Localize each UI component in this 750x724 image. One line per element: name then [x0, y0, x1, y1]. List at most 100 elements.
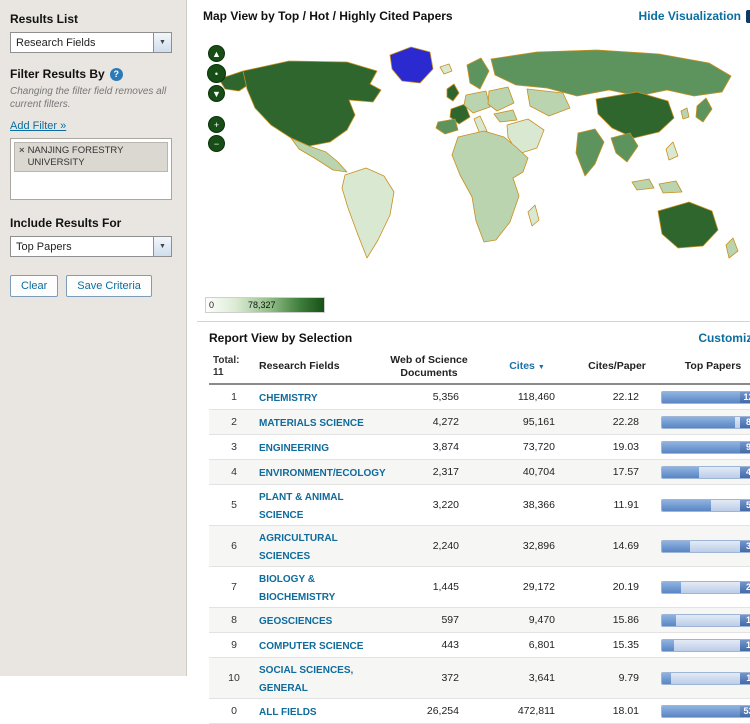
region-united-kingdom[interactable] — [447, 84, 459, 101]
cites-cell: 29,172 — [481, 581, 573, 593]
top-papers-bar[interactable]: 59 — [661, 499, 750, 512]
region-greenland[interactable] — [390, 47, 433, 83]
research-field-link[interactable]: COMPUTER SCIENCE — [259, 641, 363, 652]
cites-per-paper-cell: 20.19 — [577, 581, 657, 593]
top-papers-bar[interactable]: 34 — [661, 540, 750, 553]
research-field-link[interactable]: AGRICULTURAL SCIENCES — [259, 533, 338, 562]
top-papers-bar[interactable]: 23 — [661, 581, 750, 594]
region-central-asia[interactable] — [527, 89, 570, 116]
region-philippines[interactable] — [666, 142, 678, 160]
top-papers-bar-fill — [662, 673, 671, 684]
region-indonesia-west[interactable] — [632, 179, 654, 190]
research-field-link[interactable]: CHEMISTRY — [259, 393, 318, 404]
top-papers-value: 14 — [740, 640, 750, 651]
cites-per-paper-cell: 15.86 — [577, 614, 657, 626]
top-papers-bar[interactable]: 14 — [661, 639, 750, 652]
col-header-cites[interactable]: Cites ▼ — [481, 360, 573, 373]
zoom-out-button[interactable]: − — [208, 135, 225, 152]
map-color-legend: 0 78,327 — [205, 297, 325, 313]
help-icon[interactable]: ? — [110, 68, 123, 81]
research-field-link[interactable]: BIOLOGY & BIOCHEMISTRY — [259, 574, 335, 603]
region-iceland[interactable] — [440, 64, 452, 74]
research-field-link[interactable]: ALL FIELDS — [259, 707, 317, 718]
top-papers-bar[interactable]: 87 — [661, 416, 750, 429]
region-indonesia-east[interactable] — [659, 181, 682, 193]
region-japan[interactable] — [696, 98, 712, 122]
top-papers-bar[interactable]: 17 — [661, 614, 750, 627]
top-papers-bar[interactable]: 44 — [661, 466, 750, 479]
results-list-select-value: Research Fields — [11, 37, 95, 49]
filter-chip: × NANJING FORESTRY UNIVERSITY — [14, 142, 168, 172]
sidebar: Results List Research Fields ▼ Filter Re… — [0, 0, 187, 676]
top-papers-bar-fill — [662, 582, 681, 593]
customize-link[interactable]: Customize — [698, 331, 750, 345]
cites-cell: 32,896 — [481, 540, 573, 552]
top-papers-bar[interactable]: 95 — [661, 441, 750, 454]
documents-cell: 597 — [381, 614, 477, 626]
region-india[interactable] — [576, 129, 604, 176]
cites-cell: 95,161 — [481, 416, 573, 428]
region-iberia[interactable] — [436, 119, 458, 134]
legend-max-value: 78,327 — [248, 300, 276, 310]
top-papers-value: 44 — [740, 467, 750, 478]
zoom-in-button[interactable]: + — [208, 116, 225, 133]
world-map — [197, 29, 750, 277]
clear-button[interactable]: Clear — [10, 275, 58, 297]
rank-cell: 5 — [213, 499, 255, 511]
map-view-title: Map View by Top / Hot / Highly Cited Pap… — [203, 9, 453, 23]
region-new-zealand[interactable] — [726, 238, 738, 258]
research-field-link[interactable]: ENVIRONMENT/ECOLOGY — [259, 468, 386, 479]
include-results-select[interactable]: Top Papers ▼ — [10, 236, 172, 257]
pan-center-button[interactable]: • — [207, 64, 226, 83]
main-content: Map View by Top / Hot / Highly Cited Pap… — [187, 0, 750, 676]
region-turkey[interactable] — [494, 110, 517, 122]
region-madagascar[interactable] — [528, 205, 539, 226]
save-criteria-button[interactable]: Save Criteria — [66, 275, 152, 297]
hide-visualization-button[interactable]: Hide Visualization ☰ — [639, 9, 750, 23]
region-central-europe[interactable] — [464, 91, 490, 113]
rank-cell: 9 — [213, 639, 255, 651]
results-list-select[interactable]: Research Fields ▼ — [10, 32, 172, 53]
include-results-select-value: Top Papers — [11, 241, 72, 253]
table-row: 3 ENGINEERING 3,874 73,720 19.03 95 — [209, 435, 750, 460]
remove-filter-icon[interactable]: × — [19, 145, 25, 169]
pan-down-button[interactable]: ▼ — [208, 85, 225, 102]
region-korea[interactable] — [681, 108, 689, 119]
rank-cell: 7 — [213, 581, 255, 593]
region-scandinavia[interactable] — [467, 58, 489, 89]
cites-cell: 472,811 — [481, 705, 573, 717]
research-field-link[interactable]: SOCIAL SCIENCES, GENERAL — [259, 665, 353, 694]
top-papers-bar[interactable]: 11 — [661, 672, 750, 685]
pan-up-button[interactable]: ▲ — [208, 45, 225, 62]
research-field-link[interactable]: ENGINEERING — [259, 443, 329, 454]
top-papers-bar-fill — [662, 541, 690, 552]
top-papers-bar-fill — [662, 640, 674, 651]
rank-cell: 6 — [213, 540, 255, 552]
top-papers-value: 17 — [740, 615, 750, 626]
sort-descending-icon: ▼ — [538, 364, 545, 371]
research-field-link[interactable]: GEOSCIENCES — [259, 616, 332, 627]
table-row: 1 CHEMISTRY 5,356 118,460 22.12 120 — [209, 385, 750, 410]
region-north-america[interactable] — [243, 61, 381, 146]
documents-cell: 26,254 — [381, 705, 477, 717]
documents-cell: 1,445 — [381, 581, 477, 593]
region-australia[interactable] — [658, 202, 718, 248]
rank-cell: 2 — [213, 416, 255, 428]
table-header-row: Total: 11 Research Fields Web of Science… — [209, 352, 750, 385]
top-papers-value: 120 — [740, 392, 750, 403]
region-south-america[interactable] — [342, 168, 394, 258]
research-field-link[interactable]: PLANT & ANIMAL SCIENCE — [259, 492, 343, 521]
top-papers-value: 59 — [740, 500, 750, 511]
documents-cell: 5,356 — [381, 391, 477, 403]
add-filter-link[interactable]: Add Filter » — [10, 120, 66, 132]
region-africa[interactable] — [452, 131, 528, 242]
top-papers-bar[interactable]: 530 — [661, 705, 750, 718]
cites-cell: 73,720 — [481, 441, 573, 453]
research-field-link[interactable]: MATERIALS SCIENCE — [259, 418, 364, 429]
region-china[interactable] — [596, 92, 674, 138]
region-eastern-europe[interactable] — [488, 87, 514, 111]
documents-cell: 372 — [381, 672, 477, 684]
top-papers-bar[interactable]: 120 — [661, 391, 750, 404]
cites-per-paper-cell: 22.12 — [577, 391, 657, 403]
table-row: 0 ALL FIELDS 26,254 472,811 18.01 530 — [209, 699, 750, 724]
